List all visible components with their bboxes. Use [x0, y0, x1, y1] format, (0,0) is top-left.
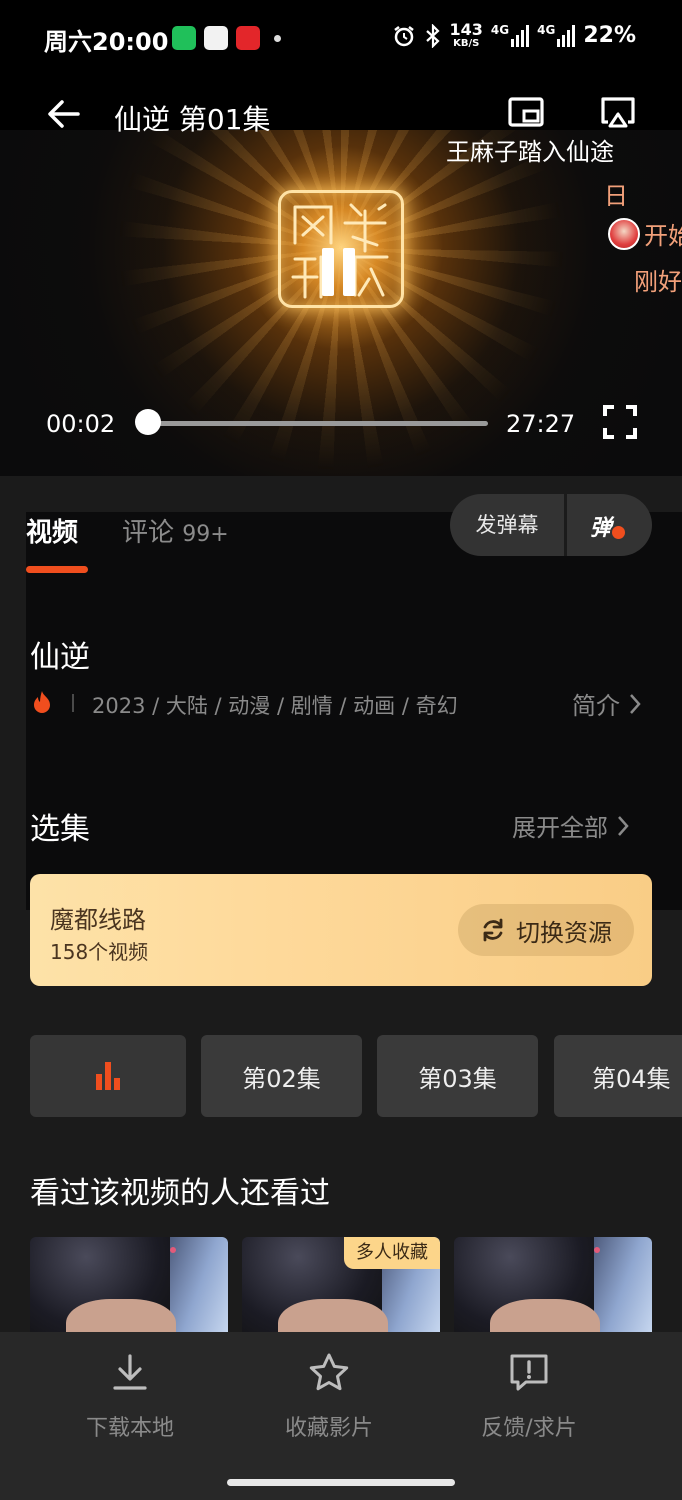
current-time: 00:02 — [46, 410, 116, 438]
danmaku-comment: 王麻子踏入仙途 — [446, 138, 614, 166]
danmaku-comment-with-avatar: 开始 — [608, 216, 682, 251]
more-notifications-dot-icon — [274, 34, 281, 42]
signal-2: 4G — [537, 22, 576, 47]
tab-comments-count: 99+ — [182, 522, 229, 547]
danmaku-comment: 日 — [604, 182, 628, 210]
bottom-action-bar: 下载本地 收藏影片 反馈/求片 — [0, 1332, 682, 1500]
wechat-notification-icon — [172, 26, 196, 50]
tab-comments-label: 评论 — [122, 518, 175, 548]
back-arrow-icon[interactable] — [44, 94, 84, 134]
divider — [564, 494, 567, 556]
feedback-icon — [510, 1354, 548, 1391]
network-speed-value: 143 — [449, 20, 483, 39]
refresh-icon — [483, 918, 503, 942]
expand-all-label: 展开全部 — [512, 814, 608, 842]
danmaku-comment: 刚好 — [634, 268, 682, 296]
chevron-right-icon — [630, 693, 641, 714]
bluetooth-icon — [425, 23, 440, 48]
signal-1: 4G — [490, 22, 530, 47]
notification-icons — [172, 26, 281, 50]
hot-flame-icon — [34, 691, 50, 713]
tab-comments[interactable]: 评论 99+ — [122, 512, 229, 549]
network-speed: 143 KB/S — [449, 20, 483, 50]
now-playing-icon — [96, 1062, 120, 1090]
chevron-right-icon — [618, 815, 629, 836]
recommendation-card[interactable] — [454, 1237, 652, 1337]
source-video-count: 158个视频 — [50, 940, 149, 964]
pause-button[interactable] — [322, 248, 355, 296]
airplay-icon[interactable] — [598, 94, 638, 134]
fullscreen-icon[interactable] — [602, 404, 638, 440]
danmaku-toggle-button[interactable]: 弹 — [568, 494, 652, 556]
send-danmaku-button[interactable]: 发弹幕 — [450, 494, 564, 556]
expand-all-link[interactable]: 展开全部 — [512, 808, 630, 843]
feedback-label: 反馈/求片 — [481, 1416, 577, 1441]
clock-notification-icon — [204, 26, 228, 50]
active-tab-indicator — [26, 566, 88, 573]
divider — [72, 694, 74, 712]
switch-source-button[interactable]: 切换资源 — [458, 904, 634, 956]
total-time: 27:27 — [506, 410, 576, 438]
status-bar: 周六20:00 143 KB/S 4G 4G 22% — [0, 0, 682, 78]
danmaku-toggle-label: 弹 — [590, 516, 613, 541]
avatar — [608, 217, 640, 250]
intro-link[interactable]: 简介 — [572, 686, 642, 721]
signal-bars-1-icon — [511, 24, 530, 47]
download-label: 下载本地 — [85, 1416, 174, 1441]
screen-cast-icon[interactable] — [506, 94, 546, 134]
episodes-section-title: 选集 — [30, 812, 90, 847]
source-card: 魔都线路 158个视频 切换资源 — [30, 874, 652, 986]
favorite-button[interactable]: 收藏影片 — [249, 1352, 409, 1442]
alarm-icon — [393, 25, 414, 46]
show-meta: 2023 / 大陆 / 动漫 / 剧情 / 动画 / 奇幻 — [92, 694, 458, 718]
danmaku-on-check-icon — [610, 524, 627, 541]
feedback-button[interactable]: 反馈/求片 — [449, 1352, 609, 1442]
download-button[interactable]: 下载本地 — [50, 1352, 210, 1442]
download-icon — [113, 1354, 147, 1390]
star-icon — [309, 1353, 349, 1391]
home-indicator[interactable] — [227, 1479, 455, 1486]
video-title: 仙逆 第01集 — [114, 103, 271, 136]
intro-link-label: 简介 — [572, 692, 620, 720]
popular-badge: 多人收藏 — [344, 1237, 440, 1269]
network-speed-unit: KB/S — [453, 38, 480, 49]
signal-bars-2-icon — [557, 24, 576, 47]
video-top-shade — [0, 78, 682, 130]
thumbnail-art — [170, 1247, 176, 1253]
favorite-label: 收藏影片 — [284, 1416, 373, 1441]
recommendations-title: 看过该视频的人还看过 — [30, 1176, 330, 1211]
danmaku-controls: 发弹幕 弹 — [450, 494, 652, 556]
app-notification-icon — [236, 26, 260, 50]
switch-source-label: 切换资源 — [516, 918, 612, 947]
episode-button[interactable]: 第03集 — [377, 1035, 538, 1117]
danmaku-comment-text: 开始 — [644, 222, 682, 250]
source-name: 魔都线路 — [50, 906, 146, 934]
recommendation-card[interactable] — [30, 1237, 228, 1337]
seek-bar[interactable] — [148, 421, 488, 426]
network-type-1: 4G — [490, 22, 510, 37]
video-player[interactable]: 仙逆 第01集 王麻子踏入仙途 日 开始 刚好 00:02 27:27 — [0, 78, 682, 476]
battery-percent: 22% — [583, 23, 636, 48]
episode-button[interactable]: 第02集 — [201, 1035, 362, 1117]
status-indicators: 143 KB/S 4G 4G 22% — [392, 22, 636, 49]
show-title: 仙逆 — [30, 640, 90, 675]
thumbnail-art — [594, 1247, 600, 1253]
status-time: 周六20:00 — [44, 28, 169, 56]
recommendation-card[interactable]: 多人收藏 — [242, 1237, 440, 1337]
episode-button[interactable]: 第04集 — [554, 1035, 682, 1117]
episode-button-current[interactable] — [30, 1035, 186, 1117]
network-type-2: 4G — [537, 22, 556, 37]
